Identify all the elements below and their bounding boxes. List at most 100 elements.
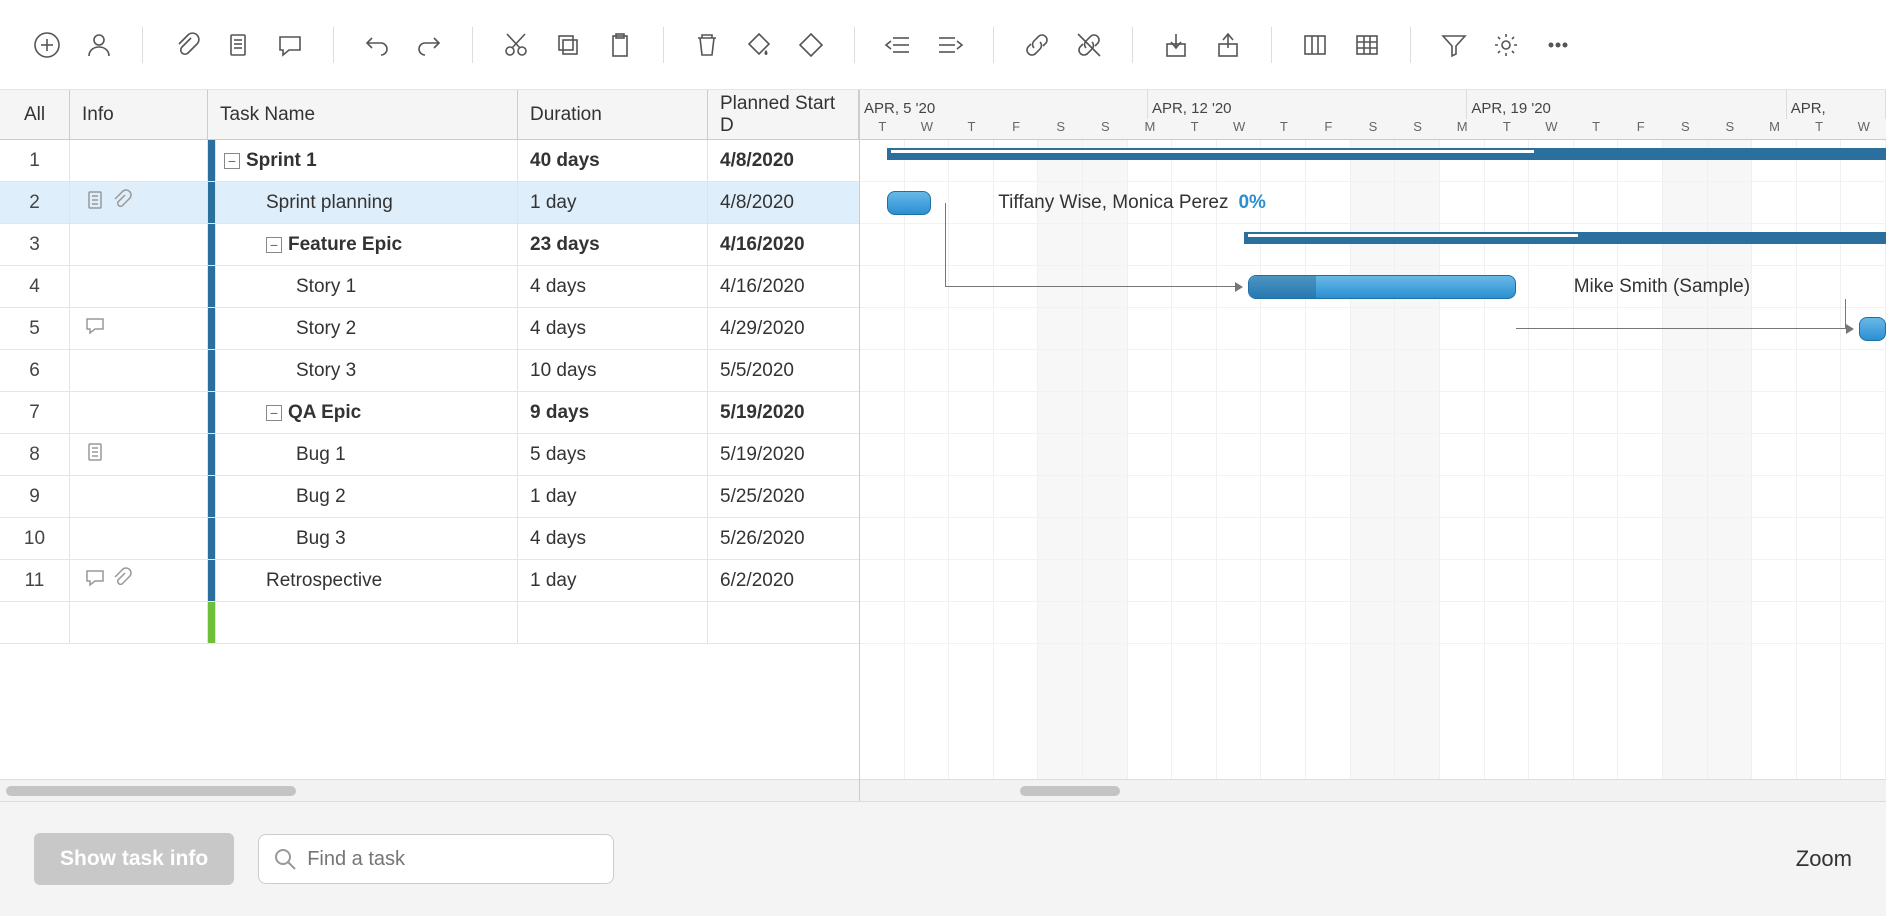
indent-button[interactable] (931, 26, 969, 64)
comment-button[interactable] (271, 26, 309, 64)
toolbar-separator (333, 27, 334, 63)
table-row[interactable]: 8Bug 15 days5/19/2020 (0, 434, 859, 476)
task-name-cell[interactable]: Story 1 (216, 266, 518, 307)
more-button[interactable] (1539, 26, 1577, 64)
table-row[interactable]: 2Sprint planning1 day4/8/2020 (0, 182, 859, 224)
start-cell[interactable]: 5/19/2020 (708, 434, 859, 475)
col-header-all[interactable]: All (0, 90, 70, 139)
task-name-cell[interactable]: Bug 1 (216, 434, 518, 475)
redo-button[interactable] (410, 26, 448, 64)
comment-icon (84, 567, 106, 595)
delete-button[interactable] (688, 26, 726, 64)
timeline-day: S (1038, 119, 1083, 139)
unlink-button[interactable] (1070, 26, 1108, 64)
duration-cell[interactable]: 5 days (518, 434, 708, 475)
grid-pane: All Info Task Name Duration Planned Star… (0, 90, 860, 801)
col-header-start[interactable]: Planned Start D (708, 90, 859, 139)
start-cell[interactable]: 5/26/2020 (708, 518, 859, 559)
collapse-toggle[interactable]: − (266, 405, 282, 421)
dependency-line (1516, 299, 1846, 329)
show-task-info-button[interactable]: Show task info (34, 833, 234, 885)
gantt-summary-bar[interactable] (887, 148, 1886, 160)
timeline-day: M (1440, 119, 1485, 139)
task-name-cell[interactable]: −Feature Epic (216, 224, 518, 265)
duration-cell[interactable]: 1 day (518, 182, 708, 223)
table-row[interactable]: 3−Feature Epic23 days4/16/2020 (0, 224, 859, 266)
duration-cell[interactable]: 4 days (518, 518, 708, 559)
col-header-duration[interactable]: Duration (518, 90, 708, 139)
duration-cell[interactable]: 40 days (518, 140, 708, 181)
columns-icon (1300, 30, 1330, 60)
columns-button[interactable] (1296, 26, 1334, 64)
task-name-cell[interactable]: −Sprint 1 (216, 140, 518, 181)
start-cell[interactable]: 4/16/2020 (708, 266, 859, 307)
gantt-task-bar[interactable] (1248, 275, 1516, 299)
collapse-toggle[interactable]: − (224, 153, 240, 169)
attach-button[interactable] (167, 26, 205, 64)
doc-button[interactable] (219, 26, 257, 64)
start-cell[interactable] (708, 602, 859, 643)
row-number (0, 602, 70, 643)
start-cell[interactable]: 5/19/2020 (708, 392, 859, 433)
filter-button[interactable] (1435, 26, 1473, 64)
table-row[interactable]: 10Bug 34 days5/26/2020 (0, 518, 859, 560)
cut-button[interactable] (497, 26, 535, 64)
export-button[interactable] (1209, 26, 1247, 64)
gantt-body[interactable]: Tiffany Wise, Monica Perez0%Mike Smith (… (860, 140, 1886, 779)
grid-horizontal-scrollbar[interactable] (0, 779, 859, 801)
timeline-day: W (1217, 119, 1262, 139)
diamond-button[interactable] (792, 26, 830, 64)
start-cell[interactable]: 6/2/2020 (708, 560, 859, 601)
collapse-toggle[interactable]: − (266, 237, 282, 253)
start-cell[interactable]: 4/8/2020 (708, 140, 859, 181)
start-cell[interactable]: 5/5/2020 (708, 350, 859, 391)
link-button[interactable] (1018, 26, 1056, 64)
duration-cell[interactable]: 4 days (518, 266, 708, 307)
outdent-button[interactable] (879, 26, 917, 64)
task-name-cell[interactable]: −QA Epic (216, 392, 518, 433)
fill-button[interactable] (740, 26, 778, 64)
start-cell[interactable]: 4/8/2020 (708, 182, 859, 223)
table-row[interactable]: 11Retrospective1 day6/2/2020 (0, 560, 859, 602)
start-cell[interactable]: 4/16/2020 (708, 224, 859, 265)
table-row-empty[interactable] (0, 602, 859, 644)
table-row[interactable]: 4Story 14 days4/16/2020 (0, 266, 859, 308)
undo-button[interactable] (358, 26, 396, 64)
gantt-summary-bar[interactable] (1244, 232, 1886, 244)
settings-button[interactable] (1487, 26, 1525, 64)
task-name-cell[interactable]: Sprint planning (216, 182, 518, 223)
duration-cell[interactable]: 10 days (518, 350, 708, 391)
duration-cell[interactable]: 4 days (518, 308, 708, 349)
add-button[interactable] (28, 26, 66, 64)
gantt-task-bar[interactable] (1859, 317, 1886, 341)
task-name-cell[interactable]: Bug 2 (216, 476, 518, 517)
import-button[interactable] (1157, 26, 1195, 64)
task-name-cell[interactable]: Retrospective (216, 560, 518, 601)
table-row[interactable]: 9Bug 21 day5/25/2020 (0, 476, 859, 518)
person-button[interactable] (80, 26, 118, 64)
task-name-cell[interactable]: Bug 3 (216, 518, 518, 559)
task-name-cell[interactable] (216, 602, 518, 643)
table-row[interactable]: 7−QA Epic9 days5/19/2020 (0, 392, 859, 434)
copy-button[interactable] (549, 26, 587, 64)
col-header-taskname[interactable]: Task Name (208, 90, 518, 139)
table-row[interactable]: 1−Sprint 140 days4/8/2020 (0, 140, 859, 182)
start-cell[interactable]: 5/25/2020 (708, 476, 859, 517)
duration-cell[interactable]: 9 days (518, 392, 708, 433)
grid-button[interactable] (1348, 26, 1386, 64)
col-header-info[interactable]: Info (70, 90, 208, 139)
table-row[interactable]: 5Story 24 days4/29/2020 (0, 308, 859, 350)
paste-button[interactable] (601, 26, 639, 64)
start-cell[interactable]: 4/29/2020 (708, 308, 859, 349)
duration-cell[interactable] (518, 602, 708, 643)
search-input[interactable] (307, 848, 599, 871)
table-row[interactable]: 6Story 310 days5/5/2020 (0, 350, 859, 392)
task-name: Bug 2 (296, 486, 346, 508)
duration-cell[interactable]: 23 days (518, 224, 708, 265)
task-name-cell[interactable]: Story 3 (216, 350, 518, 391)
gantt-horizontal-scrollbar[interactable] (860, 779, 1886, 801)
gantt-task-bar[interactable] (887, 191, 932, 215)
duration-cell[interactable]: 1 day (518, 476, 708, 517)
duration-cell[interactable]: 1 day (518, 560, 708, 601)
task-name-cell[interactable]: Story 2 (216, 308, 518, 349)
